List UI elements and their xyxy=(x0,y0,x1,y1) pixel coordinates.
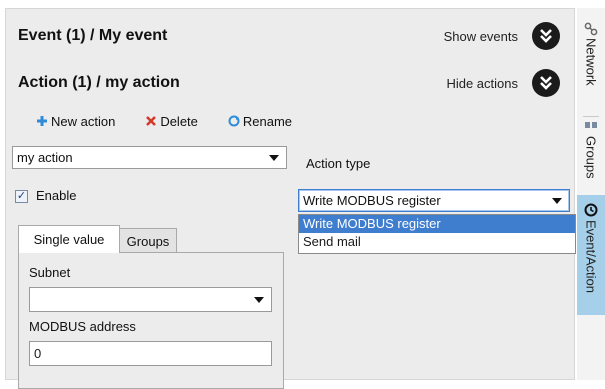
show-events-label[interactable]: Show events xyxy=(444,29,518,44)
modbus-address-label: MODBUS address xyxy=(29,319,136,334)
hide-actions-label[interactable]: Hide actions xyxy=(446,76,518,91)
chevron-down-icon xyxy=(552,198,562,204)
tab-single-value[interactable]: Single value xyxy=(18,225,120,253)
action-type-options: Write MODBUS register Send mail xyxy=(298,214,576,254)
side-tab-divider xyxy=(583,116,599,117)
side-tab-event-action-label: Event/Action xyxy=(583,220,599,293)
double-chevron-down-icon xyxy=(540,29,552,43)
enable-checkbox[interactable]: ✓ xyxy=(15,190,28,203)
rename-label: Rename xyxy=(242,113,293,129)
delete-button[interactable]: Delete xyxy=(145,114,198,129)
subnet-label: Subnet xyxy=(29,265,71,280)
single-value-pane: Subnet MODBUS address 0 xyxy=(18,252,284,389)
chevron-down-icon xyxy=(269,155,279,161)
groups-icon xyxy=(585,122,597,128)
tab-single-value-label: Single value xyxy=(33,232,105,247)
side-tab-groups[interactable]: Groups xyxy=(577,120,605,192)
network-icon xyxy=(584,22,598,36)
subnet-select[interactable] xyxy=(29,287,272,312)
double-chevron-down-icon xyxy=(540,76,552,90)
rename-button[interactable]: Rename xyxy=(228,114,292,129)
new-action-label: New action xyxy=(51,113,116,129)
show-events-button[interactable] xyxy=(532,22,560,50)
enable-label[interactable]: Enable xyxy=(36,188,76,203)
action-type-label: Action type xyxy=(306,156,371,171)
delete-label: Delete xyxy=(160,113,198,129)
side-tab-network[interactable]: Network xyxy=(577,22,605,114)
tab-groups-label: Groups xyxy=(126,233,170,249)
action-select[interactable]: my action xyxy=(12,146,287,169)
hide-actions-button[interactable] xyxy=(532,69,560,97)
action-type-value: Write MODBUS register xyxy=(303,193,441,208)
action-title: Action (1) / my action xyxy=(18,74,180,91)
clock-icon xyxy=(584,203,598,217)
action-type-select[interactable]: Write MODBUS register xyxy=(298,189,570,212)
side-tab-groups-label: Groups xyxy=(583,136,599,179)
option-write-modbus[interactable]: Write MODBUS register xyxy=(299,215,575,233)
delete-x-icon xyxy=(146,116,157,126)
rename-icon xyxy=(228,115,240,127)
side-tab-network-label: Network xyxy=(583,38,599,86)
new-action-button[interactable]: New action xyxy=(36,114,115,129)
modbus-address-input[interactable]: 0 xyxy=(29,341,272,366)
side-tab-bar: Network Groups Event/Action xyxy=(577,8,605,380)
event-header: Event (1) / My event Show events xyxy=(6,15,576,57)
action-select-value: my action xyxy=(17,150,73,165)
plus-icon xyxy=(37,116,47,126)
chevron-down-icon xyxy=(254,297,264,303)
action-header: Action (1) / my action Hide actions xyxy=(6,62,576,104)
event-title: Event (1) / My event xyxy=(18,27,168,44)
modbus-address-value: 0 xyxy=(34,346,42,361)
tab-groups[interactable]: Groups xyxy=(119,228,177,253)
event-action-panel: Event (1) / My event Show events Action … xyxy=(5,8,576,389)
action-toolbar: New action Delete Rename xyxy=(36,111,292,131)
side-tab-event-action[interactable]: Event/Action xyxy=(577,195,605,315)
option-send-mail[interactable]: Send mail xyxy=(299,233,575,251)
